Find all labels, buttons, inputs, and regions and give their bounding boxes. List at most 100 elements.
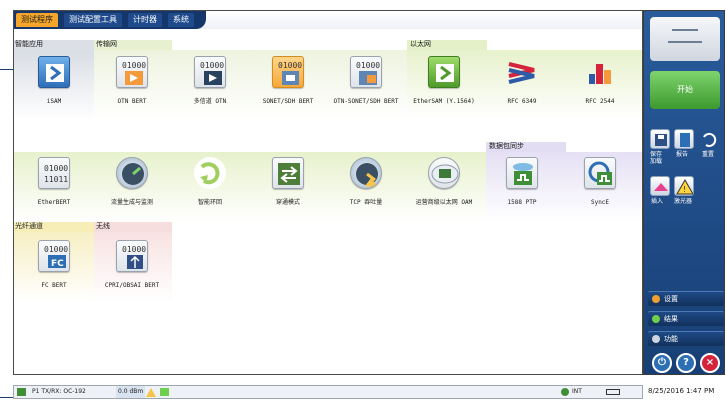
reset-label: 重置 bbox=[702, 151, 715, 158]
save-load-button[interactable] bbox=[650, 129, 670, 149]
category-transport-label: 传输网 bbox=[96, 40, 117, 48]
battery-icon bbox=[606, 389, 620, 395]
svg-text:01000: 01000 bbox=[356, 61, 380, 70]
results-icon bbox=[652, 315, 660, 323]
report-button[interactable] bbox=[674, 129, 694, 149]
close-button[interactable]: × bbox=[700, 353, 720, 373]
app-label: 智能环回 bbox=[197, 199, 222, 206]
app-label: 流量生成与监测 bbox=[110, 199, 153, 206]
app-ptp-1588[interactable]: 1588 PTP bbox=[490, 157, 554, 227]
module-display bbox=[650, 17, 720, 61]
app-label: RFC 2544 bbox=[585, 98, 615, 105]
settings-icon bbox=[652, 295, 660, 303]
otn-bert-icon: 01000 bbox=[116, 56, 148, 88]
svg-text:!: ! bbox=[683, 185, 686, 194]
app-label: 运营商级以太网 OAM bbox=[415, 199, 473, 206]
app-root: 测试程序 测试配置工具 计时器 系统 智能应用 传输网 以太网 数据包同步 光纤… bbox=[0, 0, 727, 404]
through-mode-icon bbox=[272, 157, 304, 189]
app-label: iSAM bbox=[46, 98, 62, 105]
tab-list: 测试程序 测试配置工具 计时器 系统 bbox=[14, 11, 206, 29]
multi-channel-otn-icon: 01000 bbox=[194, 56, 226, 88]
app-ethersam[interactable]: EtherSAM (Y.1564) bbox=[412, 56, 476, 126]
help-button[interactable]: ? bbox=[676, 353, 696, 373]
app-multi-channel-otn[interactable]: 01000 多信道 OTN bbox=[178, 56, 242, 126]
ptp-1588-icon bbox=[506, 157, 538, 189]
start-button[interactable]: 开始 bbox=[650, 71, 720, 109]
tab-system[interactable]: 系统 bbox=[168, 13, 194, 27]
smart-loopback-icon bbox=[194, 157, 226, 189]
svg-text:01000: 01000 bbox=[122, 61, 146, 70]
rfc2544-icon bbox=[584, 56, 616, 88]
app-label: SyncE bbox=[590, 199, 610, 206]
insert-button[interactable] bbox=[650, 176, 670, 196]
tab-bar: 测试程序 测试配置工具 计时器 系统 bbox=[14, 11, 642, 29]
svg-text:01000: 01000 bbox=[44, 245, 68, 254]
app-label: 穿通模式 bbox=[275, 199, 300, 206]
menu-results-label: 结果 bbox=[664, 315, 678, 323]
date-time: 8/25/2016 1:47 PM bbox=[648, 387, 715, 395]
menu-settings-label: 设置 bbox=[664, 295, 678, 303]
app-label: EtherSAM (Y.1564) bbox=[413, 98, 475, 105]
traffic-gen-icon bbox=[116, 157, 148, 189]
menu-functions-label: 功能 bbox=[664, 335, 678, 343]
app-etherbert[interactable]: 01000 11011 EtherBERT bbox=[22, 157, 86, 227]
int-label: INT bbox=[572, 388, 582, 395]
app-synce[interactable]: SyncE bbox=[568, 157, 632, 227]
warning-icon bbox=[146, 388, 156, 397]
app-rfc6349[interactable]: RFC 6349 bbox=[490, 56, 554, 126]
otn-sonet-sdh-bert-icon: 01000 bbox=[350, 56, 382, 88]
save-load-label: 保存 加载 bbox=[650, 151, 663, 165]
app-otn-bert[interactable]: 01000 OTN BERT bbox=[100, 56, 164, 126]
tab-timer[interactable]: 计时器 bbox=[128, 13, 162, 27]
app-isam[interactable]: iSAM bbox=[22, 56, 86, 126]
functions-icon bbox=[652, 335, 660, 343]
status-bar: P1 TX/RX: OC-192 0.0 dBm INT bbox=[13, 385, 643, 399]
app-label: EtherBERT bbox=[37, 199, 71, 206]
app-carrier-ethernet-oam[interactable]: 运营商级以太网 OAM bbox=[412, 157, 476, 227]
app-label: OTN BERT bbox=[117, 98, 147, 105]
power-level: 0.0 dBm bbox=[116, 386, 146, 398]
app-through-mode[interactable]: 穿通模式 bbox=[256, 157, 320, 227]
app-label: SONET/SDH BERT bbox=[262, 98, 314, 105]
svg-text:FC: FC bbox=[51, 259, 64, 269]
callout-line-bottom bbox=[0, 397, 13, 398]
app-label: 多信道 OTN bbox=[193, 98, 227, 105]
reset-button[interactable] bbox=[698, 129, 718, 149]
carrier-ethernet-oam-icon bbox=[428, 157, 460, 189]
app-label: OTN-SONET/SDH BERT bbox=[333, 98, 399, 105]
port-status: P1 TX/RX: OC-192 bbox=[32, 388, 86, 395]
menu-settings[interactable]: 设置 bbox=[648, 291, 724, 306]
isam-icon bbox=[38, 56, 70, 88]
side-panel: 开始 保存 加载 报告 重置 ! 插入 激光器 设置 结果 功能 ⏻ ? × bbox=[643, 10, 725, 375]
app-sonet-sdh-bert[interactable]: 01000 SONET/SDH BERT bbox=[256, 56, 320, 126]
screen-icon[interactable] bbox=[160, 388, 169, 396]
category-packet-sync-label: 数据包同步 bbox=[489, 142, 524, 150]
app-fc-bert[interactable]: 01000 FC FC BERT bbox=[22, 240, 86, 310]
app-label: TCP 吞吐量 bbox=[349, 199, 383, 206]
app-otn-sonet-sdh-bert[interactable]: 01000 OTN-SONET/SDH BERT bbox=[333, 56, 399, 126]
app-label: CPRI/OBSAI BERT bbox=[104, 282, 160, 289]
app-rfc2544[interactable]: RFC 2544 bbox=[568, 56, 632, 126]
app-smart-loopback[interactable]: 智能环回 bbox=[178, 157, 242, 227]
app-label: FC BERT bbox=[41, 282, 67, 289]
etherbert-icon: 01000 11011 bbox=[38, 157, 70, 189]
app-label: RFC 6349 bbox=[507, 98, 537, 105]
svg-text:01000: 01000 bbox=[200, 61, 224, 70]
svg-text:11011: 11011 bbox=[44, 175, 68, 184]
app-cpri-obsai-bert[interactable]: 01000 CPRI/OBSAI BERT bbox=[100, 240, 164, 310]
power-button[interactable]: ⏻ bbox=[652, 353, 672, 373]
fc-bert-icon: 01000 FC bbox=[38, 240, 70, 272]
app-label: 1588 PTP bbox=[507, 199, 537, 206]
menu-results[interactable]: 结果 bbox=[648, 311, 724, 326]
app-tcp-throughput[interactable]: TCP 吞吐量 bbox=[334, 157, 398, 227]
synce-icon bbox=[584, 157, 616, 189]
tab-test-config-tools[interactable]: 测试配置工具 bbox=[64, 13, 122, 27]
tab-test-programs[interactable]: 测试程序 bbox=[16, 13, 58, 27]
category-ethernet-label: 以太网 bbox=[410, 40, 431, 48]
laser-label: 激光器 bbox=[674, 198, 693, 205]
laser-button[interactable]: ! bbox=[674, 176, 694, 196]
insert-label: 插入 bbox=[651, 198, 664, 205]
menu-functions[interactable]: 功能 bbox=[648, 331, 724, 346]
app-traffic-gen[interactable]: 流量生成与监测 bbox=[100, 157, 164, 227]
svg-text:01000: 01000 bbox=[44, 164, 68, 173]
